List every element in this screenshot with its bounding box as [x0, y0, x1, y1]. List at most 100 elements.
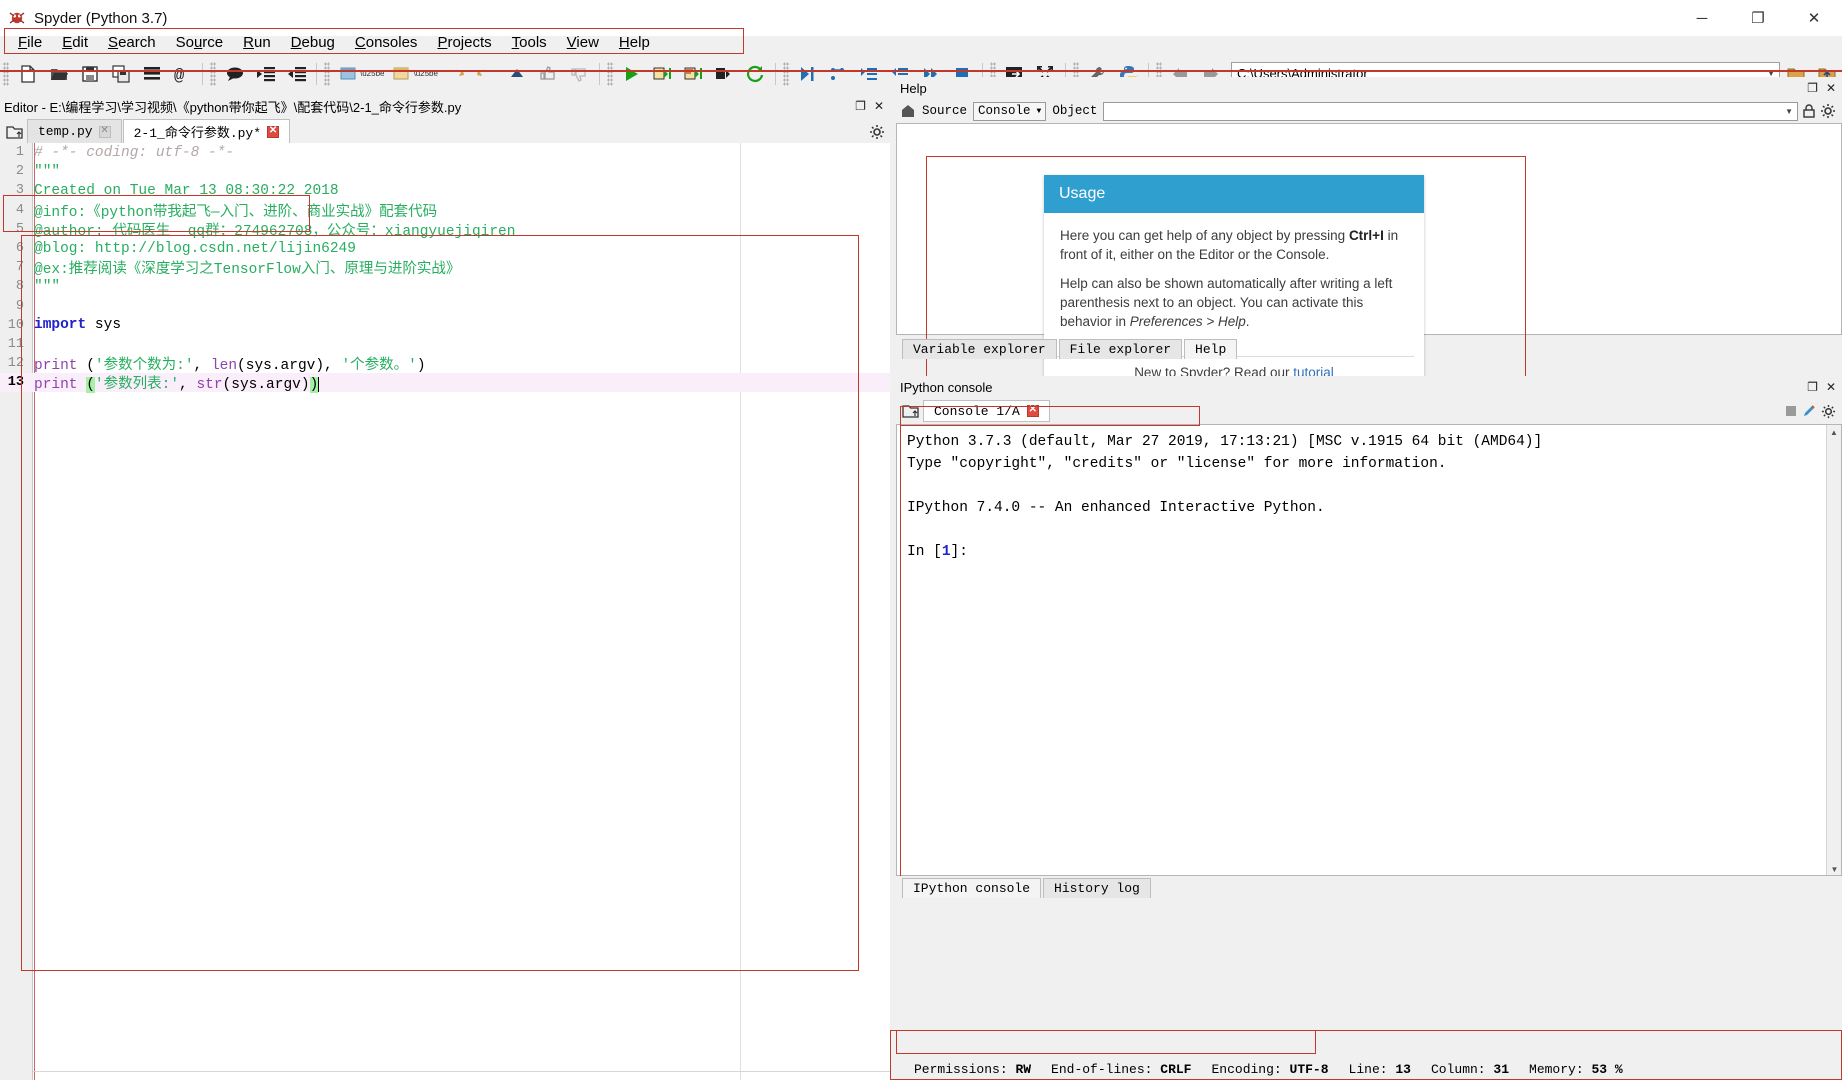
code-line[interactable]: 7 @ex:推荐阅读《深度学习之TensorFlow入门、原理与进阶实战》: [0, 258, 890, 278]
run-cell-green-icon[interactable]: [648, 59, 677, 88]
run-file-icon[interactable]: [617, 59, 646, 88]
help-tab-file-explorer[interactable]: File explorer: [1058, 339, 1183, 359]
debug-file-icon[interactable]: [793, 59, 822, 88]
console-scrollbar[interactable]: ▲ ▼: [1826, 425, 1841, 875]
debug-step-icon[interactable]: [824, 59, 853, 88]
debug-step-into-icon[interactable]: [855, 59, 884, 88]
help-object-input[interactable]: ▼: [1103, 101, 1798, 121]
menu-item-projects[interactable]: Projects: [427, 32, 501, 53]
editor-panel-header: Editor - E:\编程学习\学习视频\《python带你起飞》\配套代码\…: [0, 95, 890, 117]
toolbar-grip[interactable]: [782, 61, 789, 86]
toolbar-grip[interactable]: [210, 61, 216, 86]
thumbs-up-icon[interactable]: [534, 59, 563, 88]
code-line[interactable]: 8 """: [0, 277, 890, 296]
menu-item-source[interactable]: Source: [166, 32, 234, 53]
code-text: print ('参数列表:', str(sys.argv)): [28, 372, 320, 394]
console-output[interactable]: Python 3.7.3 (default, Mar 27 2019, 17:1…: [896, 424, 1842, 876]
code-token: (: [86, 377, 95, 394]
code-token: str: [196, 377, 223, 394]
comment-icon[interactable]: [220, 59, 249, 88]
menu-item-file[interactable]: File: [8, 32, 52, 53]
code-text: import sys: [28, 317, 121, 333]
menu-accel: S: [108, 33, 119, 51]
code-line[interactable]: 9: [0, 297, 890, 316]
toolbar-grip[interactable]: [606, 61, 613, 86]
browse-tabs-icon[interactable]: [899, 400, 923, 422]
help-tab-variable-explorer[interactable]: Variable explorer: [902, 339, 1057, 359]
gear-icon[interactable]: [1820, 103, 1842, 119]
run-cell-advance-icon[interactable]: [387, 59, 416, 88]
file-list-icon[interactable]: [137, 59, 166, 88]
browse-tabs-icon[interactable]: [3, 121, 27, 143]
gear-icon[interactable]: [1821, 404, 1836, 419]
save-all-icon[interactable]: [106, 59, 135, 88]
usage-p2-post: .: [1245, 313, 1250, 329]
help-tab-help[interactable]: Help: [1184, 339, 1238, 359]
spyder-window: Spyder (Python 3.7) ─ ❐ ✕ File Edit Search…: [0, 0, 1842, 1080]
gear-icon[interactable]: [864, 121, 890, 143]
run-cell-icon[interactable]: [334, 59, 363, 88]
stop-square-icon[interactable]: [1784, 404, 1798, 418]
run-cell-red-icon[interactable]: [679, 59, 708, 88]
code-line[interactable]: 1 # -*- coding: utf-8 -*-: [0, 143, 890, 162]
editor-tab-temp[interactable]: temp.py ✕: [27, 119, 122, 143]
find-in-files-icon[interactable]: @: [168, 59, 197, 88]
code-editor[interactable]: 1 # -*- coding: utf-8 -*- 2 """ 3 Created on …: [0, 143, 890, 1080]
rerun-icon[interactable]: [741, 59, 770, 88]
code-token: sys: [86, 317, 122, 334]
up-arrow-icon[interactable]: [503, 59, 532, 88]
editor-tab-active[interactable]: 2-1_命令行参数.py* ✕: [122, 119, 291, 143]
undock-icon[interactable]: ❐: [1807, 81, 1818, 95]
code-line[interactable]: 6 @blog: http://blog.csdn.net/lijin6249: [0, 239, 890, 258]
console-tab-ipython-console[interactable]: IPython console: [902, 878, 1042, 898]
code-line[interactable]: 12 print ('参数个数为:', len(sys.argv), '个参数。'…: [0, 354, 890, 374]
menu-item-edit[interactable]: Edit: [52, 32, 98, 53]
toolbar-grip[interactable]: [3, 61, 9, 86]
lock-icon[interactable]: [1801, 103, 1817, 119]
undock-icon[interactable]: ❐: [855, 99, 866, 113]
permissions-value: RW: [1015, 1061, 1032, 1077]
console-tab-row: Console 1/A ✕: [896, 398, 1842, 424]
close-tab-icon[interactable]: ✕: [1026, 405, 1039, 417]
undock-icon[interactable]: ❐: [1807, 380, 1818, 394]
line-number: 8: [15, 279, 24, 295]
close-tab-icon[interactable]: ✕: [98, 125, 111, 138]
console-tab[interactable]: Console 1/A ✕: [923, 400, 1050, 422]
new-file-icon[interactable]: [13, 59, 42, 88]
run-selection-icon[interactable]: [710, 59, 739, 88]
code-line[interactable]: 2 """: [0, 162, 890, 181]
menu-item-run[interactable]: Run: [233, 32, 281, 53]
undo-icon[interactable]: [441, 59, 470, 88]
close-icon[interactable]: ✕: [1826, 81, 1836, 95]
redo-icon[interactable]: [472, 59, 501, 88]
code-line[interactable]: 3 Created on Tue Mar 13 08:30:22 2018: [0, 181, 890, 200]
close-icon[interactable]: ✕: [1826, 380, 1836, 394]
unindent-icon[interactable]: [251, 59, 280, 88]
close-tab-icon[interactable]: ✕: [267, 125, 280, 138]
help-home-icon[interactable]: [900, 103, 916, 119]
thumbs-down-icon[interactable]: [565, 59, 594, 88]
chevron-down-icon[interactable]: ▼: [1827, 862, 1841, 875]
code-line[interactable]: 10 import sys: [0, 316, 890, 335]
code-line[interactable]: 4 @info:《python带我起飞—入门、进阶、商业实战》配套代码: [0, 201, 890, 221]
close-icon[interactable]: ✕: [874, 99, 884, 113]
code-line[interactable]: 5 @author: 代码医生 qq群：274962708，公众号：xiangyu…: [0, 220, 890, 240]
menu-item-tools[interactable]: Tools: [502, 32, 557, 53]
eol-status: End-of-lines: CRLF: [1051, 1062, 1191, 1077]
menu-item-help[interactable]: Help: [609, 32, 660, 53]
toolbar-grip[interactable]: [324, 61, 330, 86]
menu-item-view[interactable]: View: [557, 32, 609, 53]
menu-item-consoles[interactable]: Consoles: [345, 32, 428, 53]
chevron-up-icon[interactable]: ▲: [1827, 425, 1841, 440]
menu-item-debug[interactable]: Debug: [281, 32, 345, 53]
console-tab-history-log[interactable]: History log: [1043, 878, 1151, 898]
save-file-icon[interactable]: [75, 59, 104, 88]
open-file-icon[interactable]: [44, 59, 73, 88]
code-token: @blog: http://blog.csdn.net/lijin6249: [34, 240, 356, 257]
help-source-select[interactable]: Console ▼: [973, 101, 1047, 121]
indent-icon[interactable]: [282, 59, 311, 88]
pencil-icon[interactable]: [1802, 404, 1817, 419]
code-line[interactable]: 11: [0, 335, 890, 354]
code-line[interactable]: 13 print ('参数列表:', str(sys.argv)): [0, 372, 890, 394]
menu-item-search[interactable]: Search: [98, 32, 166, 53]
